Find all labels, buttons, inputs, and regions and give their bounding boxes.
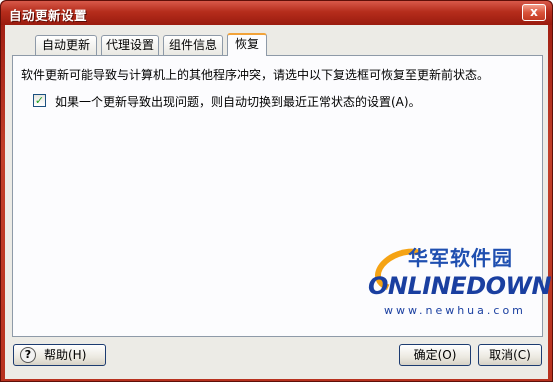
tab-auto-update[interactable]: 自动更新	[35, 35, 97, 55]
window-title: 自动更新设置	[9, 8, 88, 23]
watermark-url: www.newhua.com	[384, 304, 526, 317]
watermark-brand: ONLINEDOWN	[368, 272, 552, 300]
restore-panel: 软件更新可能导致与计算机上的其他程序冲突，请选中以下复选框可恢复至更新前状态。 …	[12, 55, 552, 337]
checkmark-icon: ✓	[34, 94, 45, 107]
watermark-cn-text: 华军软件园	[408, 246, 513, 270]
dialog-body: 自动更新 代理设置 组件信息 恢复 软件更新可能导致与计算机上的其他程序冲突，请…	[5, 25, 552, 379]
help-icon: ?	[20, 347, 36, 363]
title-bar[interactable]: 自动更新设置 x	[1, 1, 552, 25]
ok-button[interactable]: 确定(O)	[399, 344, 471, 366]
help-button-label: 帮助(H)	[44, 348, 87, 362]
tab-proxy-settings[interactable]: 代理设置	[101, 35, 159, 55]
tab-component-info[interactable]: 组件信息	[163, 35, 223, 55]
cancel-button[interactable]: 取消(C)	[478, 344, 542, 366]
dialog-window: 自动更新设置 x 自动更新 代理设置 组件信息 恢复 软件更新可能导致与计算机上…	[0, 0, 553, 382]
restore-checkbox-label[interactable]: 如果一个更新导致出现问题，则自动切换到最近正常状态的设置(A)。	[55, 93, 421, 110]
close-icon: x	[530, 5, 538, 19]
help-button[interactable]: ? 帮助(H)	[13, 344, 106, 366]
tab-restore[interactable]: 恢复	[227, 33, 267, 56]
watermark-logo: 华军软件园 ONLINEDOWN www.newhua.com	[368, 238, 552, 328]
restore-checkbox[interactable]: ✓	[33, 94, 46, 107]
panel-description: 软件更新可能导致与计算机上的其他程序冲突，请选中以下复选框可恢复至更新前状态。	[21, 68, 490, 82]
close-button[interactable]: x	[522, 4, 546, 21]
